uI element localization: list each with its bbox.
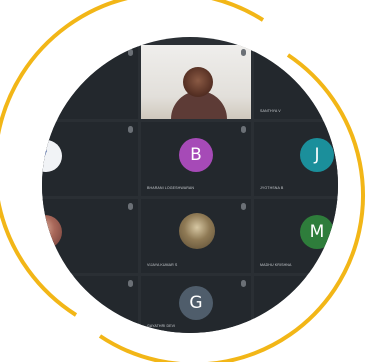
avatar: M xyxy=(300,215,334,249)
participant-tile[interactable] xyxy=(254,276,338,333)
participant-tile[interactable]: VIJAYA KUMAR S xyxy=(141,199,251,273)
avatar-initial: B xyxy=(190,145,202,165)
participant-tile[interactable] xyxy=(42,122,138,196)
participant-tile[interactable]: G GAYATHRI DEVI xyxy=(141,276,251,333)
participant-name: SANTHYA V xyxy=(260,109,281,113)
mic-icon xyxy=(241,49,246,56)
participant-grid: SANTHYA V B BHARANI LOGESHWARAN J JYOTHS… xyxy=(42,45,338,333)
video-call-lens: SANTHYA V B BHARANI LOGESHWARAN J JYOTHS… xyxy=(42,37,338,333)
avatar-initial: J xyxy=(314,145,320,165)
participant-tile-video[interactable] xyxy=(141,45,251,119)
avatar-initial: G xyxy=(189,293,203,313)
logo-a-avatar xyxy=(42,140,62,172)
avatar: B xyxy=(179,138,213,172)
avatar-initial: M xyxy=(309,222,325,242)
participant-name: VIJAYA KUMAR S xyxy=(147,263,178,267)
mic-off-icon xyxy=(241,280,246,287)
meeting-illustration: SANTHYA V B BHARANI LOGESHWARAN J JYOTHS… xyxy=(0,0,379,362)
participant-name: JYOTHSNA B xyxy=(260,186,284,190)
video-person-head xyxy=(183,67,213,97)
profile-photo xyxy=(179,213,215,249)
mic-off-icon xyxy=(241,126,246,133)
participant-tile[interactable]: B BHARANI LOGESHWARAN xyxy=(141,122,251,196)
participant-tile[interactable]: SANTHYA V xyxy=(254,45,338,119)
participant-name: BHARANI LOGESHWARAN xyxy=(147,186,195,190)
avatar: G xyxy=(179,286,213,320)
participant-tile[interactable] xyxy=(42,276,138,333)
mic-off-icon xyxy=(128,280,133,287)
participant-tile[interactable]: M MADHU KRISHNA xyxy=(254,199,338,273)
mic-off-icon xyxy=(241,203,246,210)
participant-name: MADHU KRISHNA xyxy=(260,263,292,267)
participant-name: GAYATHRI DEVI xyxy=(147,324,176,328)
mic-off-icon xyxy=(128,49,133,56)
participant-tile[interactable] xyxy=(42,199,138,273)
profile-photo xyxy=(42,215,62,249)
participant-tile[interactable]: J JYOTHSNA B xyxy=(254,122,338,196)
avatar: J xyxy=(300,138,334,172)
mic-off-icon xyxy=(128,203,133,210)
participant-tile[interactable] xyxy=(42,45,138,119)
mic-off-icon xyxy=(128,126,133,133)
